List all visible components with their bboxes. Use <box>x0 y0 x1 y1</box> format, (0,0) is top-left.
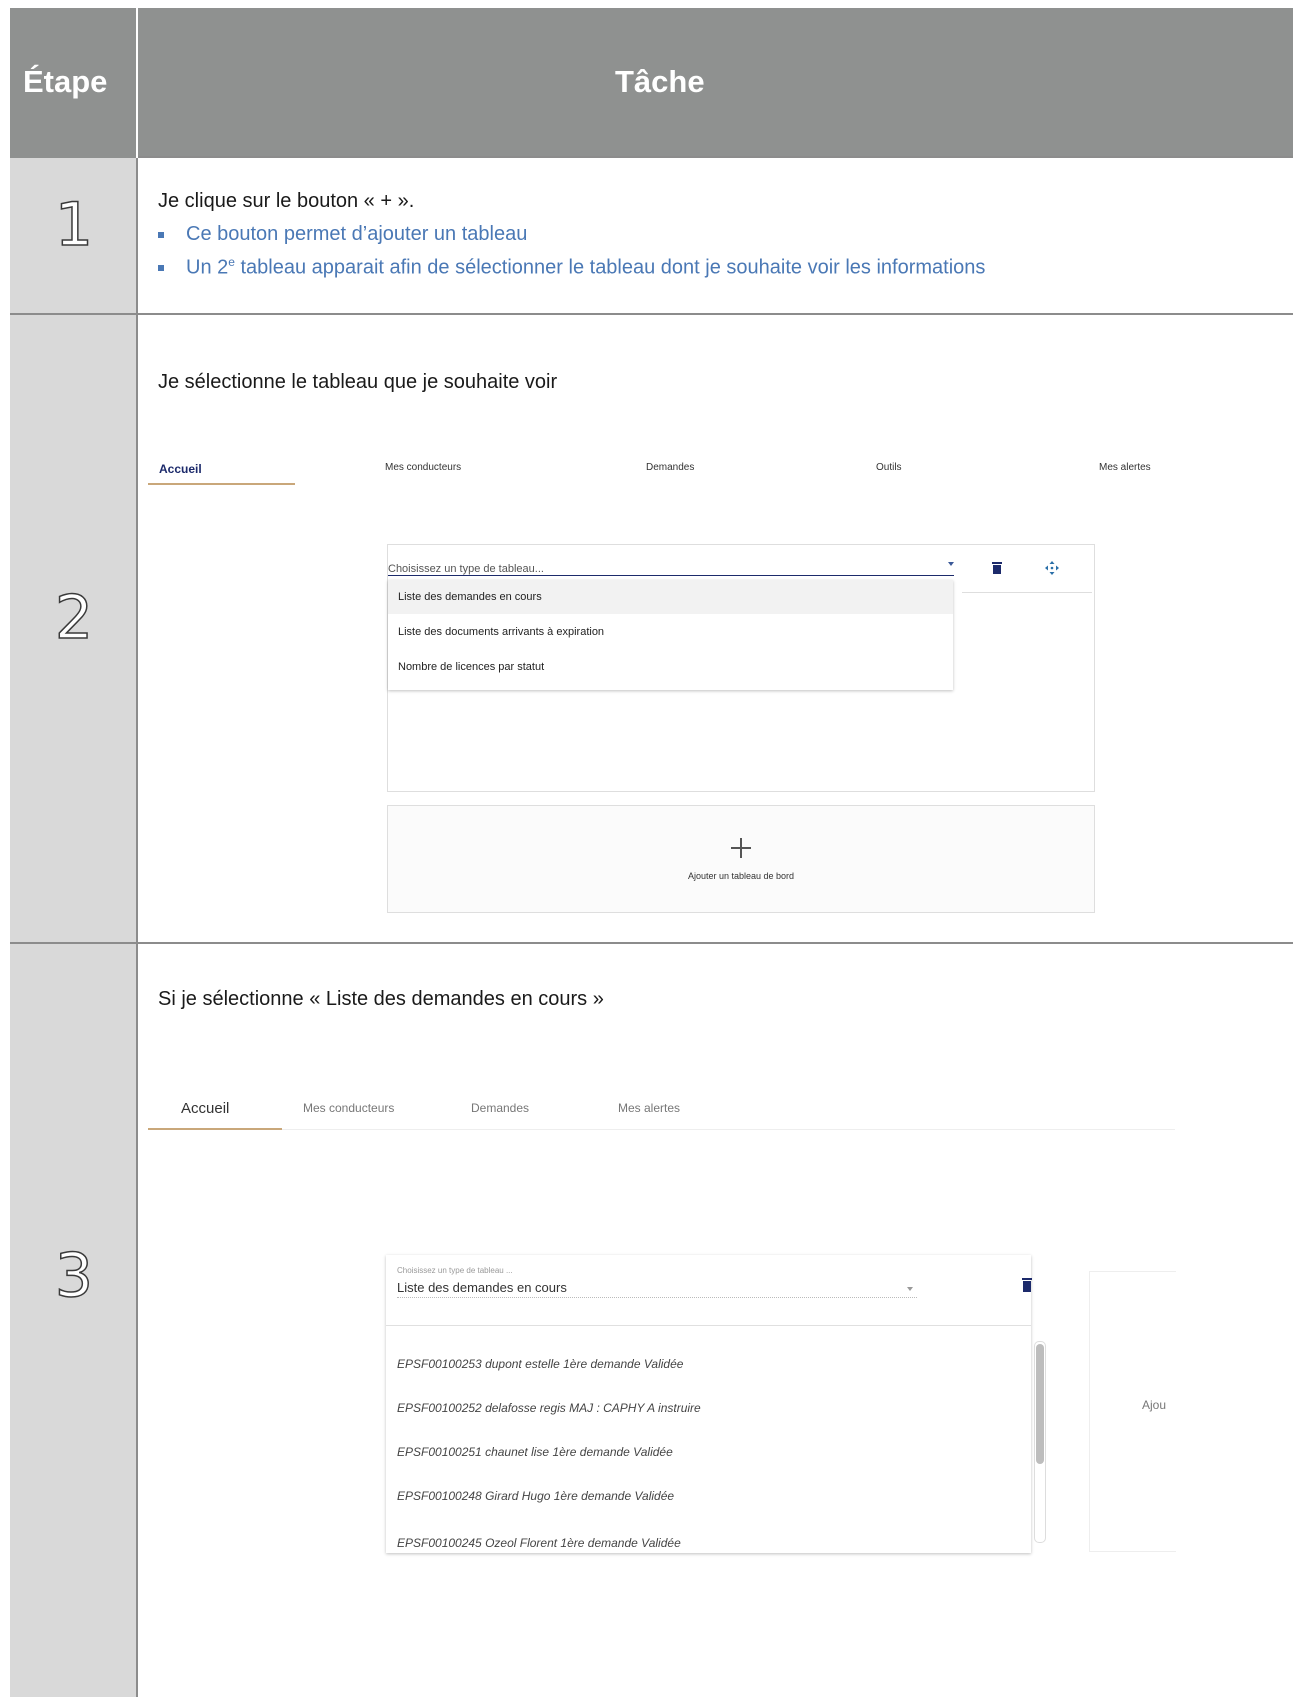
list-item[interactable]: EPSF00100251 chaunet lise 1ère demande V… <box>397 1445 673 1459</box>
dashboard-card: Choisissez un type de tableau ... Liste … <box>386 1255 1046 1553</box>
header-step-cell: Étape <box>10 8 138 158</box>
tab-mes-conducteurs[interactable]: Mes conducteurs <box>303 1101 394 1115</box>
move-icon[interactable] <box>1045 561 1059 575</box>
table-type-select[interactable]: Liste des demandes en cours <box>397 1279 917 1298</box>
divider <box>386 1325 1031 1326</box>
select-caption: Choisissez un type de tableau ... <box>397 1266 513 1275</box>
list-item[interactable]: EPSF00100252 delafosse regis MAJ : CAPHY… <box>397 1401 701 1415</box>
header-step-label: Étape <box>23 64 108 99</box>
superscript: e <box>228 255 235 269</box>
task-cell: Je sélectionne le tableau que je souhait… <box>158 371 1293 394</box>
tab-mes-conducteurs[interactable]: Mes conducteurs <box>385 462 461 473</box>
step-cell: 2 <box>10 315 138 942</box>
list-item: Un 2e tableau apparait afin de sélection… <box>158 255 1293 280</box>
step-cell: 1 <box>10 158 138 313</box>
select-value: Liste des demandes en cours <box>397 1280 567 1295</box>
scrollbar-track[interactable] <box>1034 1341 1046 1543</box>
add-dashboard-label: Ajouter un tableau de bord <box>687 871 795 881</box>
dropdown-arrow-icon <box>948 562 954 566</box>
instruction-text: Si je sélectionne « Liste des demandes e… <box>158 988 604 1010</box>
table-row: 2 Je sélectionne le tableau que je souha… <box>10 315 1293 944</box>
bullet-text: Un 2 <box>186 256 229 279</box>
trash-icon[interactable] <box>1022 1277 1032 1292</box>
tab-demandes[interactable]: Demandes <box>646 462 694 473</box>
embedded-screenshot: Accueil Mes conducteurs Demandes Mes ale… <box>148 1092 1176 1612</box>
active-tab-underline <box>148 483 295 485</box>
select-placeholder: Choisissez un type de tableau... <box>388 563 544 575</box>
table-type-select[interactable]: Choisissez un type de tableau... <box>388 559 954 576</box>
bullet-icon <box>158 265 164 272</box>
dropdown-option[interactable]: Nombre de licences par statut <box>398 661 544 673</box>
trash-icon[interactable] <box>992 561 1002 574</box>
bullet-text: tableau apparait afin de sélectionner le… <box>240 256 986 279</box>
step-number: 3 <box>54 1240 94 1312</box>
dropdown-menu: Liste des demandes en cours Liste des do… <box>388 580 953 690</box>
table-row: 1 Je clique sur le bouton « + ». Ce bout… <box>10 158 1293 315</box>
tab-mes-alertes[interactable]: Mes alertes <box>618 1101 680 1115</box>
list-item: Ce bouton permet d’ajouter un tableau <box>158 223 1293 246</box>
header-task-label: Tâche <box>615 64 705 99</box>
dropdown-option[interactable]: Liste des documents arrivants à expirati… <box>398 626 604 638</box>
tab-accueil[interactable]: Accueil <box>181 1100 229 1117</box>
task-cell: Je clique sur le bouton « + ». Ce bouton… <box>158 190 1293 280</box>
table-row: 3 Si je sélectionne « Liste des demandes… <box>10 944 1293 1697</box>
list-item[interactable]: EPSF00100248 Girard Hugo 1ère demande Va… <box>397 1489 674 1503</box>
dropdown-option[interactable]: Liste des demandes en cours <box>398 591 542 603</box>
add-dashboard-label: Ajou <box>1142 1398 1167 1412</box>
step-number: 1 <box>54 189 94 261</box>
add-dashboard-card-partial[interactable]: Ajou <box>1089 1271 1176 1552</box>
table-header: Étape Tâche <box>10 8 1293 158</box>
scrollbar-thumb[interactable] <box>1036 1344 1044 1464</box>
divider <box>962 592 1092 593</box>
add-dashboard-button[interactable]: Ajouter un tableau de bord <box>387 805 1095 913</box>
requests-list: EPSF00100253 dupont estelle 1ère demande… <box>397 1339 1017 1547</box>
list-item[interactable]: EPSF00100245 Ozeol Florent 1ère demande … <box>397 1536 681 1547</box>
plus-icon <box>731 838 751 858</box>
tab-mes-alertes[interactable]: Mes alertes <box>1099 462 1151 473</box>
step-number: 2 <box>54 582 94 654</box>
embedded-screenshot: Accueil Mes conducteurs Demandes Outils … <box>148 452 1175 915</box>
dropdown-arrow-icon <box>907 1287 913 1291</box>
tabs-divider <box>148 1129 1175 1130</box>
bullet-text: Ce bouton permet d’ajouter un tableau <box>186 223 528 245</box>
step-cell: 3 <box>10 944 138 1697</box>
instruction-text: Je sélectionne le tableau que je souhait… <box>158 371 558 393</box>
bullet-icon <box>158 231 164 238</box>
tab-accueil[interactable]: Accueil <box>159 462 202 476</box>
tab-outils[interactable]: Outils <box>876 462 902 473</box>
instruction-table: Étape Tâche 1 Je clique sur le bouton « … <box>10 8 1293 1697</box>
tab-demandes[interactable]: Demandes <box>471 1101 529 1115</box>
task-cell: Si je sélectionne « Liste des demandes e… <box>158 988 1293 1011</box>
list-item[interactable]: EPSF00100253 dupont estelle 1ère demande… <box>397 1357 683 1371</box>
active-tab-underline <box>148 1128 282 1130</box>
instruction-text: Je clique sur le bouton « + ». <box>158 190 415 212</box>
